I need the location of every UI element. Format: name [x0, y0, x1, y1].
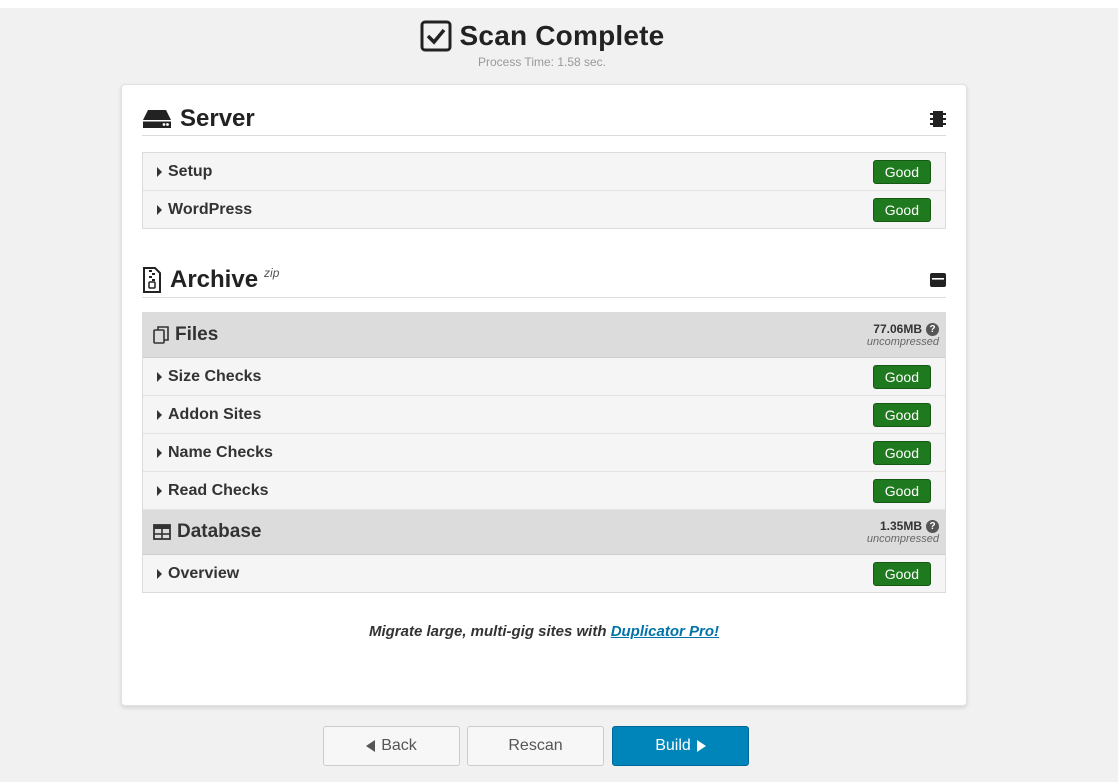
- caret-right-icon: [157, 166, 162, 177]
- status-badge: Good: [872, 478, 931, 503]
- rescan-button[interactable]: Rescan: [467, 726, 604, 766]
- row-label: Read Checks: [157, 482, 269, 500]
- archive-title: Archive zip: [142, 266, 279, 294]
- database-size-value: 1.35MB: [879, 518, 922, 533]
- promo-message: Migrate large, multi-gig sites with: [368, 623, 607, 640]
- help-icon[interactable]: ?: [926, 322, 939, 336]
- table-icon: [153, 524, 171, 540]
- process-time: Process Time: 1.58 sec.: [477, 55, 607, 69]
- caret-left-icon: [366, 740, 376, 752]
- database-title: Database: [153, 521, 262, 543]
- server-icon: [143, 110, 171, 128]
- files-icon: [153, 326, 169, 344]
- row-label-text: Read Checks: [168, 481, 269, 499]
- archive-title-text: Archive: [170, 266, 259, 293]
- zip-file-icon: [143, 267, 161, 293]
- row-label-text: Overview: [168, 564, 240, 582]
- server-title-text: Server: [180, 105, 255, 132]
- back-button[interactable]: Back: [323, 726, 460, 766]
- database-size-note: uncompressed: [866, 532, 939, 545]
- database-row-overview[interactable]: Overview Good: [143, 555, 945, 592]
- build-button-label: Build: [655, 737, 691, 754]
- build-button[interactable]: Build: [612, 726, 749, 766]
- help-icon[interactable]: ?: [926, 519, 939, 533]
- archive-checks-table: Files 77.06MB? uncompressed Size Checks …: [142, 312, 946, 593]
- checkbox-checked-icon: [420, 20, 452, 52]
- size-value: 1.35MB?: [879, 518, 939, 533]
- caret-right-icon: [157, 371, 162, 382]
- row-label-text: Size Checks: [168, 367, 262, 385]
- server-checks-table: Setup Good WordPress Good: [142, 152, 946, 229]
- archive-section-header: Archive zip: [142, 263, 946, 298]
- size-value: 77.06MB?: [873, 321, 939, 336]
- files-row-read-checks[interactable]: Read Checks Good: [143, 472, 945, 510]
- promo-text: Migrate large, multi-gig sites with Dupl…: [122, 623, 966, 640]
- status-badge: Good: [872, 364, 931, 389]
- database-size: 1.35MB? uncompressed: [867, 519, 939, 546]
- server-row-setup[interactable]: Setup Good: [143, 153, 945, 191]
- database-group-header: Database 1.35MB? uncompressed: [143, 510, 945, 555]
- files-title-text: Files: [175, 324, 219, 345]
- row-label: Setup: [157, 163, 212, 181]
- files-size-note: uncompressed: [866, 335, 939, 348]
- row-label-text: Name Checks: [168, 443, 273, 461]
- caret-right-icon: [157, 204, 162, 215]
- row-label: WordPress: [157, 201, 252, 219]
- title-row: Scan Complete: [420, 20, 665, 52]
- back-button-label: Back: [381, 737, 417, 754]
- page-header: Scan Complete Process Time: 1.58 sec.: [0, 20, 1084, 69]
- scan-panel: Server Setup Good WordPress Good Archive: [121, 84, 967, 706]
- files-row-name-checks[interactable]: Name Checks Good: [143, 434, 945, 472]
- row-label: Name Checks: [157, 444, 273, 462]
- files-row-addon-sites[interactable]: Addon Sites Good: [143, 396, 945, 434]
- caret-right-icon: [157, 447, 162, 458]
- top-bar: [0, 0, 1118, 8]
- archive-format: zip: [264, 266, 280, 280]
- server-title: Server: [142, 105, 255, 133]
- files-size-value: 77.06MB: [873, 321, 922, 336]
- caret-right-icon: [157, 568, 162, 579]
- page-title: Scan Complete: [459, 20, 665, 51]
- archive-box-icon[interactable]: [930, 271, 946, 289]
- row-label-text: WordPress: [168, 200, 253, 218]
- row-label: Overview: [157, 565, 239, 583]
- server-row-wordpress[interactable]: WordPress Good: [143, 191, 945, 228]
- files-size: 77.06MB? uncompressed: [867, 322, 939, 349]
- caret-right-icon: [696, 740, 706, 752]
- row-label-text: Addon Sites: [168, 405, 262, 423]
- status-badge: Good: [872, 159, 931, 184]
- files-row-size-checks[interactable]: Size Checks Good: [143, 358, 945, 396]
- rescan-button-label: Rescan: [508, 737, 563, 754]
- row-label: Addon Sites: [157, 406, 261, 424]
- microchip-icon[interactable]: [930, 110, 946, 128]
- database-title-text: Database: [177, 521, 262, 542]
- caret-right-icon: [157, 485, 162, 496]
- files-group-header: Files 77.06MB? uncompressed: [143, 313, 945, 358]
- status-badge: Good: [872, 440, 931, 465]
- files-title: Files: [153, 324, 218, 346]
- status-badge: Good: [872, 402, 931, 427]
- caret-right-icon: [157, 409, 162, 420]
- row-label-text: Setup: [168, 162, 213, 180]
- server-section-header: Server: [142, 103, 946, 136]
- row-label: Size Checks: [157, 368, 261, 386]
- duplicator-pro-link[interactable]: Duplicator Pro!: [611, 623, 719, 640]
- status-badge: Good: [872, 197, 931, 222]
- status-badge: Good: [872, 561, 931, 586]
